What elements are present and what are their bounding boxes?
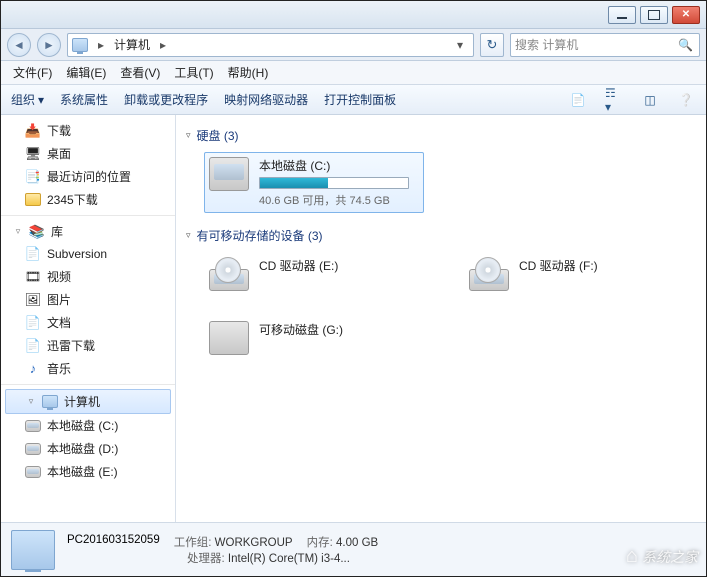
organize-button[interactable]: 组织 ▾ [11,91,44,108]
menu-view[interactable]: 查看(V) [120,64,160,81]
sidebar-item-music[interactable]: ♪音乐 [1,357,175,380]
collapse-icon: ▿ [186,130,191,141]
view-options-button[interactable]: ☶ ▾ [604,90,624,110]
help-button[interactable]: ❔ [676,90,696,110]
menu-file[interactable]: 文件(F) [13,64,52,81]
collapse-icon: ▿ [186,230,191,241]
menu-help[interactable]: 帮助(H) [228,64,269,81]
drive-label: CD 驱动器 (F:) [519,257,598,291]
sidebar: 📥下载 🖥桌面 📑最近访问的位置 2345下载 ▿📚库 📄Subversion … [1,115,176,522]
drive-label: CD 驱动器 (E:) [259,257,338,291]
minimize-button[interactable] [608,6,636,24]
preview-pane-button[interactable]: ◫ [640,90,660,110]
sidebar-item-local-d[interactable]: 本地磁盘 (D:) [1,437,175,460]
menu-tools[interactable]: 工具(T) [174,64,213,81]
group-removable[interactable]: ▿有可移动存储的设备 (3) [186,227,696,244]
title-bar [1,1,706,29]
chevron-down-icon: ▾ [38,93,44,107]
drive-local-c[interactable]: 本地磁盘 (C:) 40.6 GB 可用，共 74.5 GB [204,152,424,213]
breadcrumb-root[interactable]: 计算机 [114,36,150,53]
cd-icon [469,257,509,291]
drive-free-text: 40.6 GB 可用，共 74.5 GB [259,192,409,208]
refresh-button[interactable]: ↻ [480,33,504,57]
cpu-value: Intel(R) Core(TM) i3-4... [228,553,350,565]
drive-cd-e[interactable]: CD 驱动器 (E:) [204,252,424,296]
view-mode-button[interactable]: 📄 [568,90,588,110]
address-row: ◄ ► ▸ 计算机 ▸ ▾ ↻ 搜索 计算机 🔍 [1,29,706,61]
breadcrumb[interactable]: ▸ 计算机 ▸ ▾ [67,33,474,57]
sidebar-item-computer[interactable]: ▿计算机 [5,389,171,414]
sidebar-item-desktop[interactable]: 🖥桌面 [1,142,175,165]
group-hard-disks[interactable]: ▿硬盘 (3) [186,127,696,144]
sidebar-item-recent[interactable]: 📑最近访问的位置 [1,165,175,188]
sidebar-item-downloads[interactable]: 📥下载 [1,119,175,142]
menu-edit[interactable]: 编辑(E) [66,64,106,81]
workgroup-value: WORKGROUP [215,537,293,549]
chevron-icon: ▸ [92,38,110,52]
control-panel-button[interactable]: 打开控制面板 [324,91,396,108]
drive-removable-g[interactable]: 可移动磁盘 (G:) [204,316,424,360]
cd-icon [209,257,249,291]
nav-forward-button[interactable]: ► [37,33,61,57]
maximize-button[interactable] [640,6,668,24]
details-pane: PC201603152059 工作组: WORKGROUP 内存: 4.00 G… [1,522,706,576]
computer-icon [72,38,88,52]
search-input[interactable]: 搜索 计算机 🔍 [510,33,700,57]
uninstall-button[interactable]: 卸载或更改程序 [124,91,208,108]
chevron-icon: ▸ [154,38,172,52]
nav-back-button[interactable]: ◄ [7,33,31,57]
sidebar-group-libraries[interactable]: ▿📚库 [1,220,175,243]
search-placeholder: 搜索 计算机 [515,36,578,53]
usage-bar [259,177,409,189]
sidebar-item-subversion[interactable]: 📄Subversion [1,243,175,265]
drive-label: 本地磁盘 (C:) [259,157,409,174]
memory-value: 4.00 GB [336,537,378,549]
sidebar-item-local-c[interactable]: 本地磁盘 (C:) [1,414,175,437]
removable-icon [209,321,249,355]
map-network-button[interactable]: 映射网络驱动器 [224,91,308,108]
close-button[interactable] [672,6,700,24]
sidebar-item-xunlei[interactable]: 📄迅雷下载 [1,334,175,357]
computer-name: PC201603152059 [67,534,160,550]
main-pane: ▿硬盘 (3) 本地磁盘 (C:) 40.6 GB 可用，共 74.5 GB ▿… [176,115,706,522]
hdd-icon [209,157,249,191]
sidebar-item-local-e[interactable]: 本地磁盘 (E:) [1,460,175,483]
sidebar-item-pictures[interactable]: 🖼图片 [1,288,175,311]
menu-bar: 文件(F) 编辑(E) 查看(V) 工具(T) 帮助(H) [1,61,706,85]
computer-icon [11,530,55,570]
sidebar-item-videos[interactable]: 🎞视频 [1,265,175,288]
system-properties-button[interactable]: 系统属性 [60,91,108,108]
search-icon: 🔍 [678,38,693,52]
toolbar: 组织 ▾ 系统属性 卸载或更改程序 映射网络驱动器 打开控制面板 📄 ☶ ▾ ◫… [1,85,706,115]
drive-cd-f[interactable]: CD 驱动器 (F:) [464,252,684,296]
dropdown-icon[interactable]: ▾ [451,38,469,52]
sidebar-item-documents[interactable]: 📄文档 [1,311,175,334]
sidebar-item-2345[interactable]: 2345下载 [1,188,175,211]
drive-label: 可移动磁盘 (G:) [259,321,343,355]
